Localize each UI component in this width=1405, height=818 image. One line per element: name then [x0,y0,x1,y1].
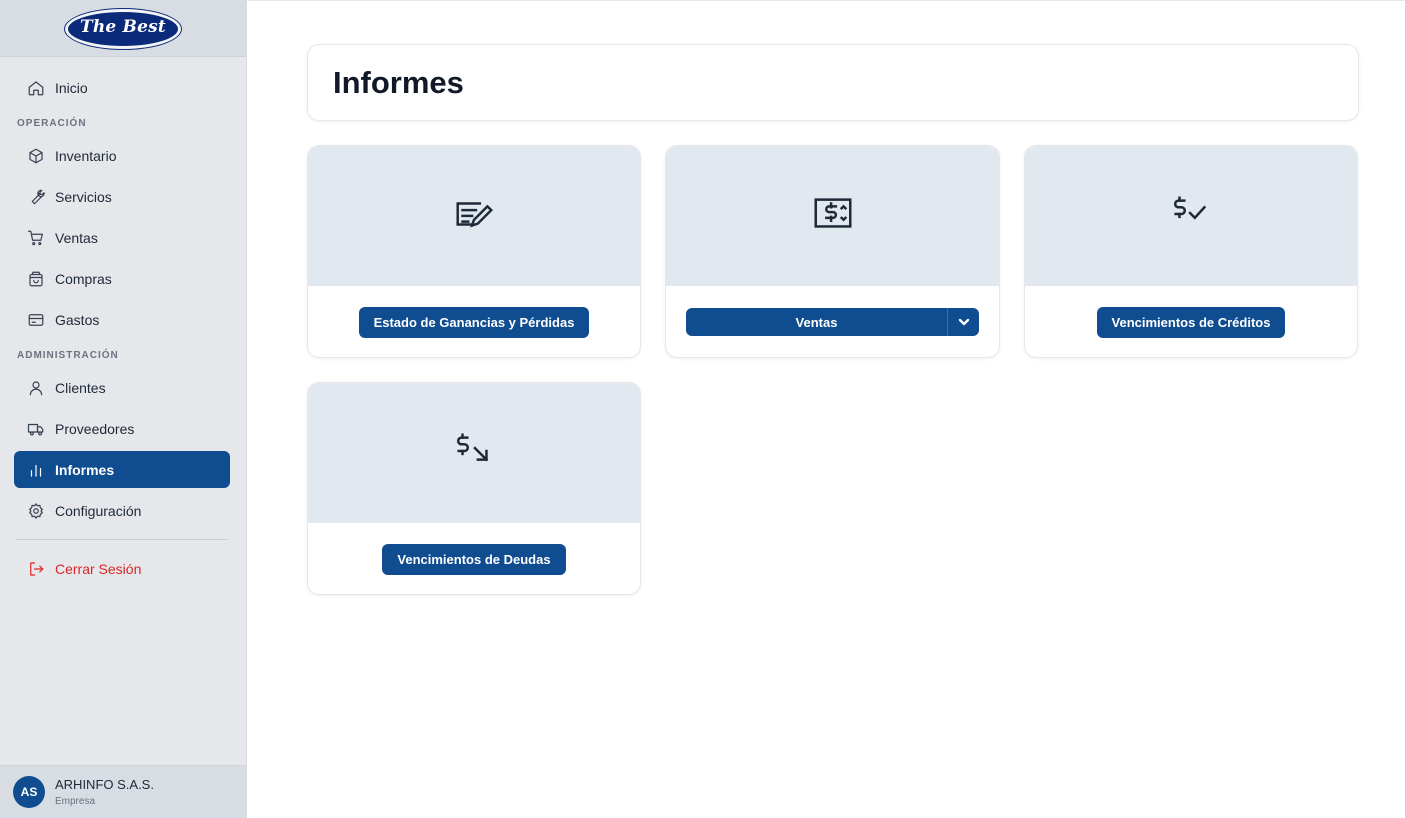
credit-card-icon [27,311,45,329]
sidebar-item-cerrar-sesion[interactable]: Cerrar Sesión [14,550,230,587]
report-card-deudas: Vencimientos de Deudas [307,382,641,595]
sidebar-item-label: Informes [55,461,115,478]
report-card-header [1025,146,1357,286]
report-card-header [666,146,999,286]
report-card-header [308,146,640,286]
sidebar: The Best Inicio OPERACIÓN Inventario Ser… [0,0,247,818]
report-card-footer: Estado de Ganancias y Pérdidas [308,286,640,357]
user-icon [27,379,45,397]
wrench-icon [27,188,45,206]
gear-icon [27,502,45,520]
report-card-header [308,383,640,523]
sidebar-item-label: Servicios [55,188,112,205]
report-card-footer: Vencimientos de Deudas [308,523,640,594]
shopping-bag-icon [27,270,45,288]
sidebar-item-label: Cerrar Sesión [55,560,142,577]
sidebar-item-clientes[interactable]: Clientes [14,369,230,406]
sidebar-item-label: Configuración [55,502,142,519]
report-card-footer: Vencimientos de Créditos [1025,286,1357,357]
bar-chart-icon [27,461,45,479]
app: The Best Inicio OPERACIÓN Inventario Ser… [0,0,1405,818]
sidebar-item-configuracion[interactable]: Configuración [14,492,230,529]
sidebar-nav: Inicio OPERACIÓN Inventario Servicios Ve… [0,57,246,591]
document-edit-icon [451,191,497,242]
sidebar-item-inicio[interactable]: Inicio [14,69,230,106]
user-role: Empresa [55,796,96,807]
sidebar-item-inventario[interactable]: Inventario [14,137,230,174]
report-card-ventas: Ventas [665,145,1000,358]
main-content: Informes Estado de Ganancias y Pérdidas [247,0,1405,818]
sidebar-item-compras[interactable]: Compras [14,260,230,297]
sidebar-item-ventas[interactable]: Ventas [14,219,230,256]
sidebar-item-gastos[interactable]: Gastos [14,301,230,338]
report-card-creditos: Vencimientos de Créditos [1024,145,1358,358]
ventas-dropdown-toggle[interactable] [947,308,979,336]
nav-section-administracion: ADMINISTRACIÓN [17,350,119,361]
report-ventas-button[interactable]: Ventas [686,308,947,336]
report-card-ganancias: Estado de Ganancias y Pérdidas [307,145,641,358]
sidebar-item-label: Gastos [55,311,100,328]
page-title: Informes [333,64,464,100]
brand-logo[interactable]: The Best [65,6,181,50]
dollar-check-icon [1168,191,1214,242]
sidebar-item-label: Proveedores [55,420,135,437]
sidebar-item-label: Inicio [55,79,88,96]
report-card-footer: Ventas [666,286,999,357]
sidebar-item-label: Compras [55,270,112,287]
logo-area: The Best [0,0,246,57]
cart-icon [27,229,45,247]
money-bill-icon [810,191,856,242]
report-creditos-button[interactable]: Vencimientos de Créditos [1096,306,1286,338]
nav-section-operacion: OPERACIÓN [17,118,87,129]
sidebar-item-label: Inventario [55,147,117,164]
user-profile[interactable]: AS ARHINFO S.A.S. Empresa [0,765,246,818]
chevron-down-icon [958,318,969,326]
sidebar-item-label: Clientes [55,379,106,396]
report-deudas-button[interactable]: Vencimientos de Deudas [382,543,566,575]
home-icon [27,79,45,97]
page-header: Informes [307,44,1359,121]
report-ganancias-button[interactable]: Estado de Ganancias y Pérdidas [358,306,590,338]
sidebar-item-servicios[interactable]: Servicios [14,178,230,215]
truck-icon [27,420,45,438]
nav-divider [16,539,228,540]
user-name: ARHINFO S.A.S. [55,777,154,792]
logout-icon [27,560,45,578]
box-icon [27,147,45,165]
sidebar-item-proveedores[interactable]: Proveedores [14,410,230,447]
reports-grid: Estado de Ganancias y Pérdidas Ventas Ve… [307,145,1359,595]
logo-text: The Best [80,17,166,37]
ventas-split-button: Ventas [686,308,979,336]
dollar-down-icon [451,428,497,479]
sidebar-item-label: Ventas [55,229,98,246]
user-info: ARHINFO S.A.S. Empresa [55,777,154,807]
sidebar-item-informes[interactable]: Informes [14,451,230,488]
avatar: AS [13,776,45,808]
